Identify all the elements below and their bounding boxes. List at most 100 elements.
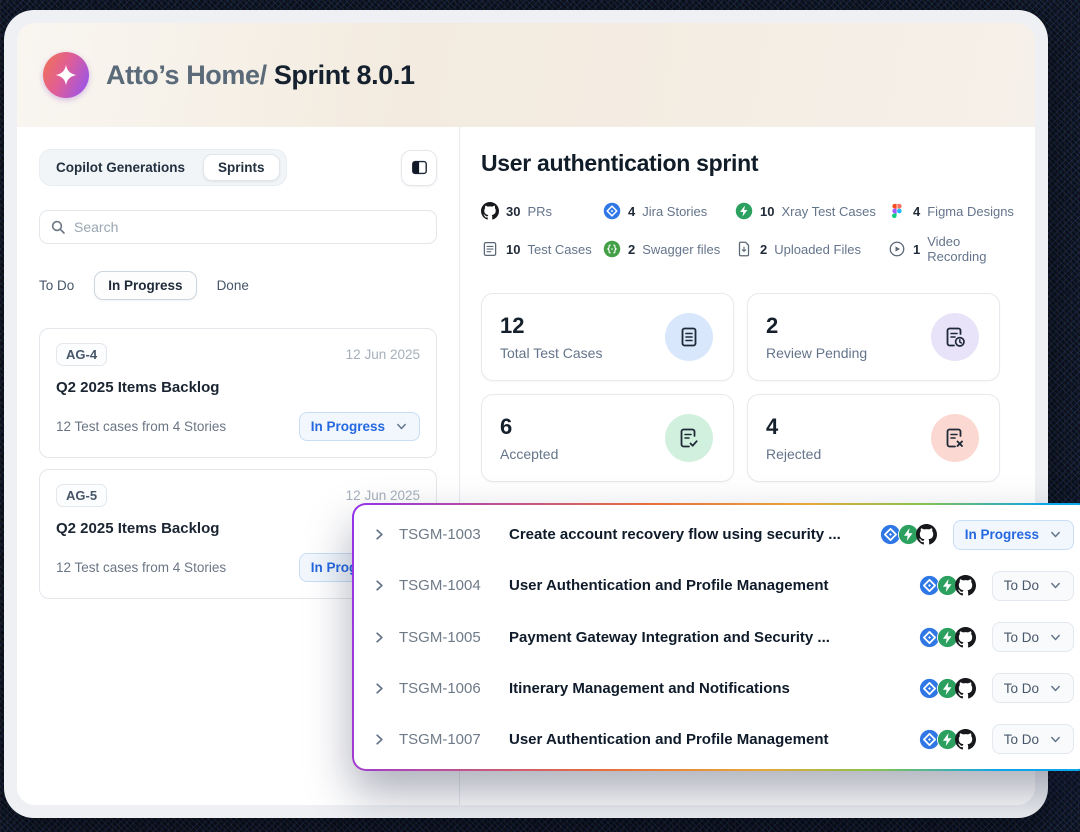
- test-case-key: TSGM-1006: [399, 680, 495, 697]
- test-case-title: Itinerary Management and Notifications: [509, 680, 911, 697]
- filter-done[interactable]: Done: [217, 278, 249, 293]
- test-case-row[interactable]: TSGM-1003 Create account recovery flow u…: [354, 509, 1080, 560]
- chevron-down-icon: [1049, 631, 1062, 644]
- search-icon: [50, 219, 66, 235]
- breadcrumb: Atto’s Home/: [106, 60, 267, 90]
- github-icon: [955, 627, 976, 648]
- status-dropdown[interactable]: To Do: [992, 622, 1074, 652]
- document-x-icon: [931, 414, 979, 462]
- integration-icons: [880, 524, 937, 545]
- stat-video-recording: 1 Video Recording: [888, 234, 1015, 264]
- sprint-stats: 30 PRs 4 Jira Stories 10 Xray Test Cases: [481, 202, 1015, 264]
- test-case-title: User Authentication and Profile Manageme…: [509, 731, 911, 748]
- status-label: To Do: [1004, 578, 1039, 593]
- document-clock-icon: [931, 313, 979, 361]
- panel-toggle-icon: [410, 158, 429, 177]
- test-case-key: TSGM-1007: [399, 731, 495, 748]
- atto-logo: [43, 52, 89, 98]
- test-case-title: Create account recovery flow using secur…: [509, 526, 872, 543]
- integration-icons: [919, 729, 976, 750]
- status-dropdown[interactable]: To Do: [992, 673, 1074, 703]
- integration-icons: [919, 627, 976, 648]
- sprint-heading: User authentication sprint: [481, 150, 1015, 177]
- test-case-key: TSGM-1005: [399, 629, 495, 646]
- collapse-panel-button[interactable]: [401, 150, 437, 186]
- card-subtitle: 12 Test cases from 4 Stories: [56, 560, 226, 575]
- chevron-down-icon: [1049, 733, 1062, 746]
- app-header: Atto’s Home/ Sprint 8.0.1: [17, 23, 1035, 127]
- card-title: Q2 2025 Items Backlog: [56, 379, 420, 396]
- card-date: 12 Jun 2025: [346, 488, 420, 503]
- test-case-row[interactable]: TSGM-1007 User Authentication and Profil…: [354, 714, 1080, 765]
- chevron-right-icon[interactable]: [372, 681, 387, 696]
- stat-prs: 30 PRs: [481, 202, 603, 220]
- sprint-card-ag4[interactable]: AG-4 12 Jun 2025 Q2 2025 Items Backlog 1…: [39, 328, 437, 458]
- search-bar[interactable]: [39, 210, 437, 244]
- test-cases-icon: [481, 240, 499, 258]
- filter-in-progress[interactable]: In Progress: [94, 271, 196, 300]
- summary-accepted: 6 Accepted: [481, 394, 734, 482]
- card-date: 12 Jun 2025: [346, 347, 420, 362]
- github-icon: [955, 729, 976, 750]
- stat-figma-designs: 4 Figma Designs: [888, 202, 1015, 220]
- stat-xray-test-cases: 10 Xray Test Cases: [735, 202, 888, 220]
- test-case-key: TSGM-1004: [399, 577, 495, 594]
- stat-jira-stories: 4 Jira Stories: [603, 202, 735, 220]
- status-dropdown[interactable]: To Do: [992, 724, 1074, 754]
- test-case-title: Payment Gateway Integration and Security…: [509, 629, 911, 646]
- tab-sprints[interactable]: Sprints: [203, 154, 280, 181]
- test-case-row[interactable]: TSGM-1006 Itinerary Management and Notif…: [354, 663, 1080, 714]
- chevron-down-icon: [1049, 528, 1062, 541]
- status-filters: To Do In Progress Done: [39, 271, 437, 300]
- sprint-title: Sprint 8.0.1: [267, 60, 415, 90]
- summary-cards: 12 Total Test Cases 2 Review Pending: [481, 293, 1000, 482]
- test-case-title: User Authentication and Profile Manageme…: [509, 577, 911, 594]
- card-subtitle: 12 Test cases from 4 Stories: [56, 419, 226, 434]
- github-icon: [481, 202, 499, 220]
- github-icon: [955, 575, 976, 596]
- test-case-key: TSGM-1003: [399, 526, 495, 543]
- test-case-list: TSGM-1003 Create account recovery flow u…: [354, 505, 1080, 769]
- document-check-icon: [665, 414, 713, 462]
- uploaded-file-icon: [735, 240, 753, 258]
- chevron-down-icon: [1049, 682, 1062, 695]
- status-label: In Progress: [965, 527, 1039, 542]
- video-icon: [888, 240, 906, 258]
- status-dropdown[interactable]: In Progress: [953, 520, 1074, 550]
- figma-icon: [888, 202, 906, 220]
- summary-review-pending: 2 Review Pending: [747, 293, 1000, 381]
- test-case-row[interactable]: TSGM-1005 Payment Gateway Integration an…: [354, 611, 1080, 662]
- chevron-down-icon: [1049, 579, 1062, 592]
- summary-total-test-cases: 12 Total Test Cases: [481, 293, 734, 381]
- card-status-label: In Progress: [311, 419, 385, 434]
- page: { "header": { "brand": "Atto’s Home/", "…: [0, 0, 1080, 832]
- status-label: To Do: [1004, 732, 1039, 747]
- card-key-badge: AG-5: [56, 484, 107, 507]
- sidebar-tab-group: Copilot Generations Sprints: [39, 149, 287, 186]
- summary-rejected: 4 Rejected: [747, 394, 1000, 482]
- status-label: To Do: [1004, 681, 1039, 696]
- chevron-right-icon[interactable]: [372, 578, 387, 593]
- integration-icons: [919, 678, 976, 699]
- document-icon: [665, 313, 713, 361]
- jira-icon: [603, 202, 621, 220]
- search-input[interactable]: [74, 219, 426, 235]
- chevron-down-icon: [395, 420, 408, 433]
- status-label: To Do: [1004, 630, 1039, 645]
- swagger-icon: [603, 240, 621, 258]
- stat-test-cases: 10 Test Cases: [481, 234, 603, 264]
- integration-icons: [919, 575, 976, 596]
- github-icon: [916, 524, 937, 545]
- status-dropdown[interactable]: To Do: [992, 571, 1074, 601]
- chevron-right-icon[interactable]: [372, 630, 387, 645]
- sparkle-icon: [53, 62, 79, 88]
- tab-copilot-generations[interactable]: Copilot Generations: [46, 155, 195, 180]
- card-status-dropdown[interactable]: In Progress: [299, 412, 420, 441]
- test-case-panel: TSGM-1003 Create account recovery flow u…: [352, 503, 1080, 771]
- chevron-right-icon[interactable]: [372, 732, 387, 747]
- test-case-row[interactable]: TSGM-1004 User Authentication and Profil…: [354, 560, 1080, 611]
- page-title: Atto’s Home/ Sprint 8.0.1: [106, 60, 415, 91]
- chevron-right-icon[interactable]: [372, 527, 387, 542]
- xray-icon: [735, 202, 753, 220]
- filter-todo[interactable]: To Do: [39, 278, 74, 293]
